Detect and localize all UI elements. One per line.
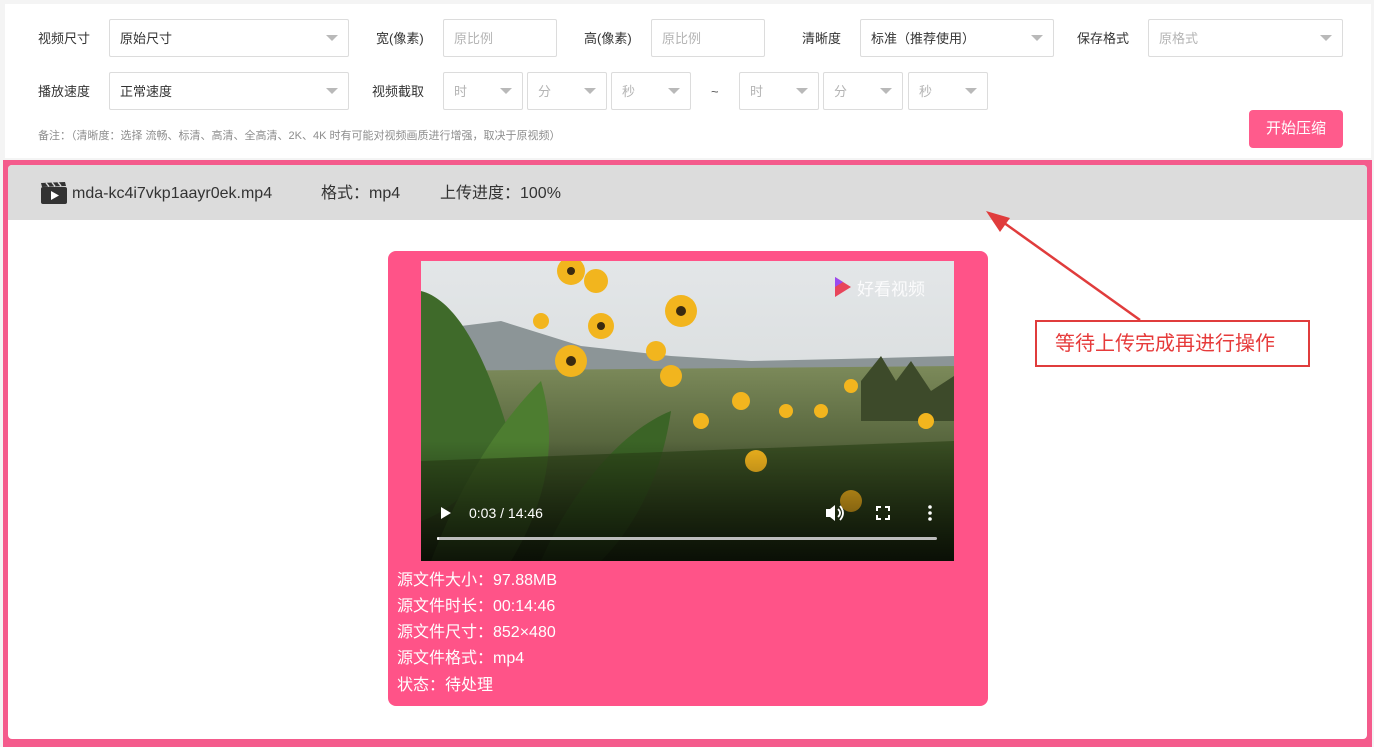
file-status: 状态：待处理: [397, 677, 494, 694]
file-name: mda-kc4i7vkp1aayr0ek.mp4: [72, 185, 273, 202]
clarity-select[interactable]: 标准（推荐使用）: [860, 19, 1054, 57]
film-clapper-icon: [41, 182, 67, 204]
video-size-label: 视频尺寸: [38, 31, 91, 46]
clip-end-hour-select[interactable]: 时: [739, 72, 819, 110]
file-card: 好看视频 0:03 / 14:46 源文件大小：97.88MB 源文件时长：00…: [388, 251, 988, 706]
file-panel: mda-kc4i7vkp1aayr0ek.mp4 格式：mp4 上传进度：100…: [8, 165, 1367, 739]
chevron-down-icon: [326, 35, 338, 41]
clip-end-minute: 分: [834, 84, 848, 99]
clip-end-second: 秒: [919, 84, 933, 99]
source-file-duration: 源文件时长：00:14:46: [397, 598, 556, 615]
file-format: 格式：mp4: [321, 185, 401, 202]
compression-settings-panel: 视频尺寸 原始尺寸 宽(像素) 原比例 高(像素) 原比例 清晰度 标准（推荐使…: [5, 4, 1371, 158]
video-progress-fill: [437, 537, 439, 540]
play-icon: [441, 507, 451, 519]
video-size-select[interactable]: 原始尺寸: [109, 19, 349, 57]
width-placeholder: 原比例: [454, 31, 494, 46]
format-label: 保存格式: [1077, 31, 1130, 46]
annotation-text: 等待上传完成再进行操作: [1055, 333, 1275, 355]
clarity-value: 标准（推荐使用）: [871, 31, 976, 46]
chevron-down-icon: [965, 88, 977, 94]
height-input[interactable]: 原比例: [651, 19, 765, 57]
source-file-format: 源文件格式：mp4: [397, 650, 525, 667]
clip-start-hour-select[interactable]: 时: [443, 72, 523, 110]
clip-label: 视频截取: [372, 84, 425, 99]
speed-label: 播放速度: [38, 84, 91, 99]
chevron-down-icon: [1320, 35, 1332, 41]
clip-end-hour: 时: [750, 84, 764, 99]
source-file-size: 源文件大小：97.88MB: [397, 572, 558, 589]
clip-start-second-select[interactable]: 秒: [611, 72, 691, 110]
chevron-down-icon: [326, 88, 338, 94]
video-player[interactable]: 好看视频 0:03 / 14:46: [421, 261, 954, 561]
chevron-down-icon: [1031, 35, 1043, 41]
clip-start-hour: 时: [454, 84, 468, 99]
chevron-down-icon: [500, 88, 512, 94]
more-options-icon: [928, 505, 932, 521]
format-select[interactable]: 原格式: [1148, 19, 1343, 57]
height-label: 高(像素): [584, 31, 632, 46]
video-size-value: 原始尺寸: [120, 31, 173, 46]
speed-value: 正常速度: [120, 84, 173, 99]
chevron-down-icon: [880, 88, 892, 94]
clip-start-minute-select[interactable]: 分: [527, 72, 607, 110]
file-header-bar: mda-kc4i7vkp1aayr0ek.mp4 格式：mp4 上传进度：100…: [8, 165, 1367, 220]
chevron-down-icon: [668, 88, 680, 94]
chevron-down-icon: [796, 88, 808, 94]
clarity-label: 清晰度: [802, 31, 842, 46]
upload-progress: 上传进度：100%: [440, 185, 561, 202]
fullscreen-icon: [876, 506, 890, 520]
clip-end-second-select[interactable]: 秒: [908, 72, 988, 110]
width-input[interactable]: 原比例: [443, 19, 557, 57]
file-work-area: mda-kc4i7vkp1aayr0ek.mp4 格式：mp4 上传进度：100…: [3, 160, 1372, 747]
video-progress-track: [437, 537, 937, 540]
annotation-callout: 等待上传完成再进行操作: [1035, 320, 1310, 367]
chevron-down-icon: [584, 88, 596, 94]
video-time: 0:03 / 14:46: [469, 505, 543, 521]
clip-range-separator: ~: [711, 84, 719, 99]
height-placeholder: 原比例: [662, 31, 702, 46]
clip-start-minute: 分: [538, 84, 552, 99]
format-placeholder: 原格式: [1159, 31, 1199, 46]
speed-select[interactable]: 正常速度: [109, 72, 349, 110]
clip-end-minute-select[interactable]: 分: [823, 72, 903, 110]
start-compress-button[interactable]: 开始压缩: [1249, 110, 1343, 148]
source-file-dimensions: 源文件尺寸：852×480: [397, 624, 556, 641]
volume-icon: [826, 505, 844, 521]
width-label: 宽(像素): [376, 31, 424, 46]
clarity-note: 备注：（清晰度：选择 流畅、标清、高清、全高清、2K、4K 时有可能对视频画质进…: [38, 130, 561, 142]
clip-start-second: 秒: [622, 84, 636, 99]
